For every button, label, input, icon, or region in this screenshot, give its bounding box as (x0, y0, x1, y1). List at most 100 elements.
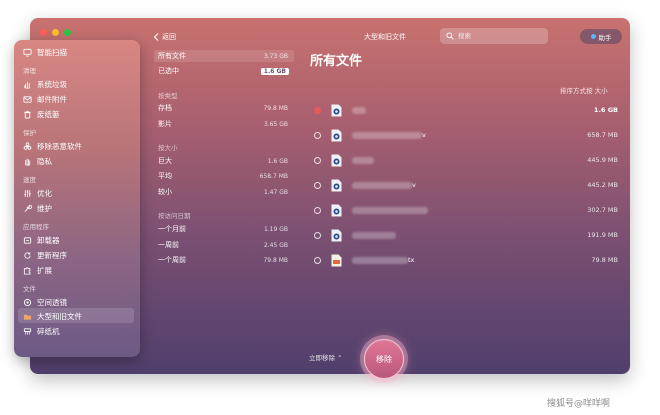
sidebar-item-shredder[interactable]: 碎纸机 (23, 324, 60, 338)
category-label: 所有文件 (158, 52, 186, 60)
sidebar-item-privacy[interactable]: 隐私 (23, 154, 52, 168)
search-input[interactable] (458, 32, 538, 40)
file-size: 445.9 MB (587, 156, 618, 164)
sidebar-item-label: 移除恶意软件 (37, 141, 82, 151)
category-label: 巨大 (158, 157, 172, 165)
sidebar-section-title: 保护 (23, 129, 36, 137)
file-row[interactable]: tx 79.8 MB (314, 250, 618, 270)
category-selected[interactable]: 已选中 1.6 GB (154, 65, 294, 77)
trash-icon (24, 110, 31, 119)
quicktime-file-icon (331, 129, 342, 141)
sidebar-item-space-lens[interactable]: 空间透镜 (23, 295, 67, 309)
category-one-week-ago[interactable]: 一个周前 79.8 MB (154, 254, 294, 266)
sidebar-item-extensions[interactable]: 扩展 (23, 263, 52, 277)
category-week-ago[interactable]: 一周前 2.45 GB (154, 239, 294, 251)
biohazard-icon (23, 141, 32, 150)
chevron-left-icon (153, 33, 159, 41)
remove-immediately-dropdown[interactable]: 立即移除 ⌃ (309, 352, 343, 362)
category-label: 影片 (158, 120, 172, 128)
category-label: 平均 (158, 172, 172, 180)
assistant-button[interactable]: 助手 (580, 29, 622, 44)
file-size: 79.8 MB (591, 256, 618, 264)
category-size: 3.65 GB (263, 120, 288, 128)
quicktime-file-icon (331, 104, 342, 116)
file-row[interactable]: v 445.2 MB (314, 175, 618, 195)
file-checkbox[interactable] (314, 181, 321, 189)
file-size: 302.7 MB (587, 206, 618, 214)
file-row[interactable]: 302.7 MB (314, 200, 618, 220)
file-checkbox[interactable] (314, 256, 321, 264)
category-all-files[interactable]: 所有文件 3.73 GB (154, 50, 294, 62)
category-size: 1.6 GB (267, 157, 288, 165)
folder-icon (23, 314, 32, 320)
file-name-suffix: v (422, 131, 426, 139)
category-small[interactable]: 较小 1.47 GB (154, 186, 294, 198)
sidebar-item-large-old-files[interactable]: 大型和旧文件 (23, 309, 82, 323)
category-medium[interactable]: 平均 658.7 MB (154, 170, 294, 182)
remove-button[interactable]: 移除 (364, 339, 404, 379)
sidebar-item-label: 维护 (37, 203, 52, 213)
category-movies[interactable]: 影片 3.65 GB (154, 118, 294, 130)
lens-icon (23, 298, 32, 306)
minimize-window-button[interactable] (52, 29, 59, 36)
category-label: 较小 (158, 188, 172, 196)
sidebar-item-maintenance[interactable]: 维护 (23, 201, 52, 215)
sidebar-item-label: 空间透镜 (37, 297, 67, 307)
sidebar-item-label: 碎纸机 (37, 326, 60, 336)
search-icon (446, 32, 454, 40)
sidebar-item-optimization[interactable]: 优化 (23, 186, 52, 200)
file-row[interactable]: v 658.7 MB (314, 125, 618, 145)
file-size: 445.2 MB (587, 181, 618, 189)
sidebar-item-label: 智能扫描 (37, 47, 67, 57)
sidebar-section-title: 清理 (23, 67, 36, 75)
file-row[interactable]: 1.6 GB (314, 100, 618, 120)
sidebar-section-title: 速度 (23, 176, 36, 184)
sidebar-item-trash[interactable]: 废纸篓 (23, 107, 60, 121)
file-row[interactable]: 445.9 MB (314, 150, 618, 170)
category-size: 658.7 MB (259, 172, 288, 180)
sidebar-item-uninstaller[interactable]: 卸载器 (23, 233, 60, 247)
file-size: 658.7 MB (587, 131, 618, 139)
sidebar-section-title: 应用程序 (23, 223, 49, 231)
puzzle-icon (23, 266, 31, 275)
category-month-ago[interactable]: 一个月前 1.19 GB (154, 223, 294, 235)
file-checkbox[interactable] (314, 131, 321, 139)
search-box[interactable] (440, 28, 548, 44)
assistant-dot-icon (590, 34, 596, 39)
zoom-window-button[interactable] (64, 29, 71, 36)
back-button[interactable]: 返回 (153, 32, 176, 42)
category-archives[interactable]: 存档 79.8 MB (154, 102, 294, 114)
sidebar-item-updater[interactable]: 更新程序 (23, 248, 67, 262)
category-group-title: 按类型 (158, 92, 178, 100)
monitor-icon (23, 48, 32, 57)
hand-icon (24, 81, 30, 89)
file-row[interactable]: 191.9 MB (314, 225, 618, 245)
back-label: 返回 (162, 33, 176, 41)
sidebar-item-label: 废纸篓 (37, 109, 60, 119)
sidebar-item-system-junk[interactable]: 系统垃圾 (23, 77, 67, 91)
file-name-redacted (352, 106, 366, 114)
category-size: 79.8 MB (263, 256, 288, 264)
sidebar-item-label: 扩展 (37, 265, 52, 275)
category-label: 已选中 (158, 67, 179, 75)
sliders-icon (24, 189, 31, 197)
category-size: 1.19 GB (263, 225, 288, 233)
category-label: 一个月前 (158, 225, 186, 233)
selected-size-badge: 1.6 GB (260, 67, 289, 75)
file-name-redacted (352, 156, 374, 164)
remove-immediately-label: 立即移除 (309, 354, 335, 362)
wrench-icon (24, 204, 32, 212)
file-checkbox[interactable] (314, 156, 321, 164)
file-checkbox[interactable] (314, 206, 321, 214)
category-label: 一周前 (158, 241, 179, 249)
category-huge[interactable]: 巨大 1.6 GB (154, 155, 294, 167)
page-title: 所有文件 (310, 54, 363, 69)
sidebar-item-mail-attachments[interactable]: 邮件附件 (23, 92, 67, 106)
sidebar-item-label: 更新程序 (37, 250, 67, 260)
sort-dropdown[interactable]: 排序方式按 大小 (560, 85, 608, 95)
sidebar-item-malware-removal[interactable]: 移除恶意软件 (23, 139, 82, 153)
file-checkbox[interactable] (314, 231, 321, 239)
file-checkbox[interactable] (314, 106, 321, 114)
sidebar-item-smart-scan[interactable]: 智能扫描 (23, 45, 67, 59)
close-window-button[interactable] (40, 29, 47, 36)
